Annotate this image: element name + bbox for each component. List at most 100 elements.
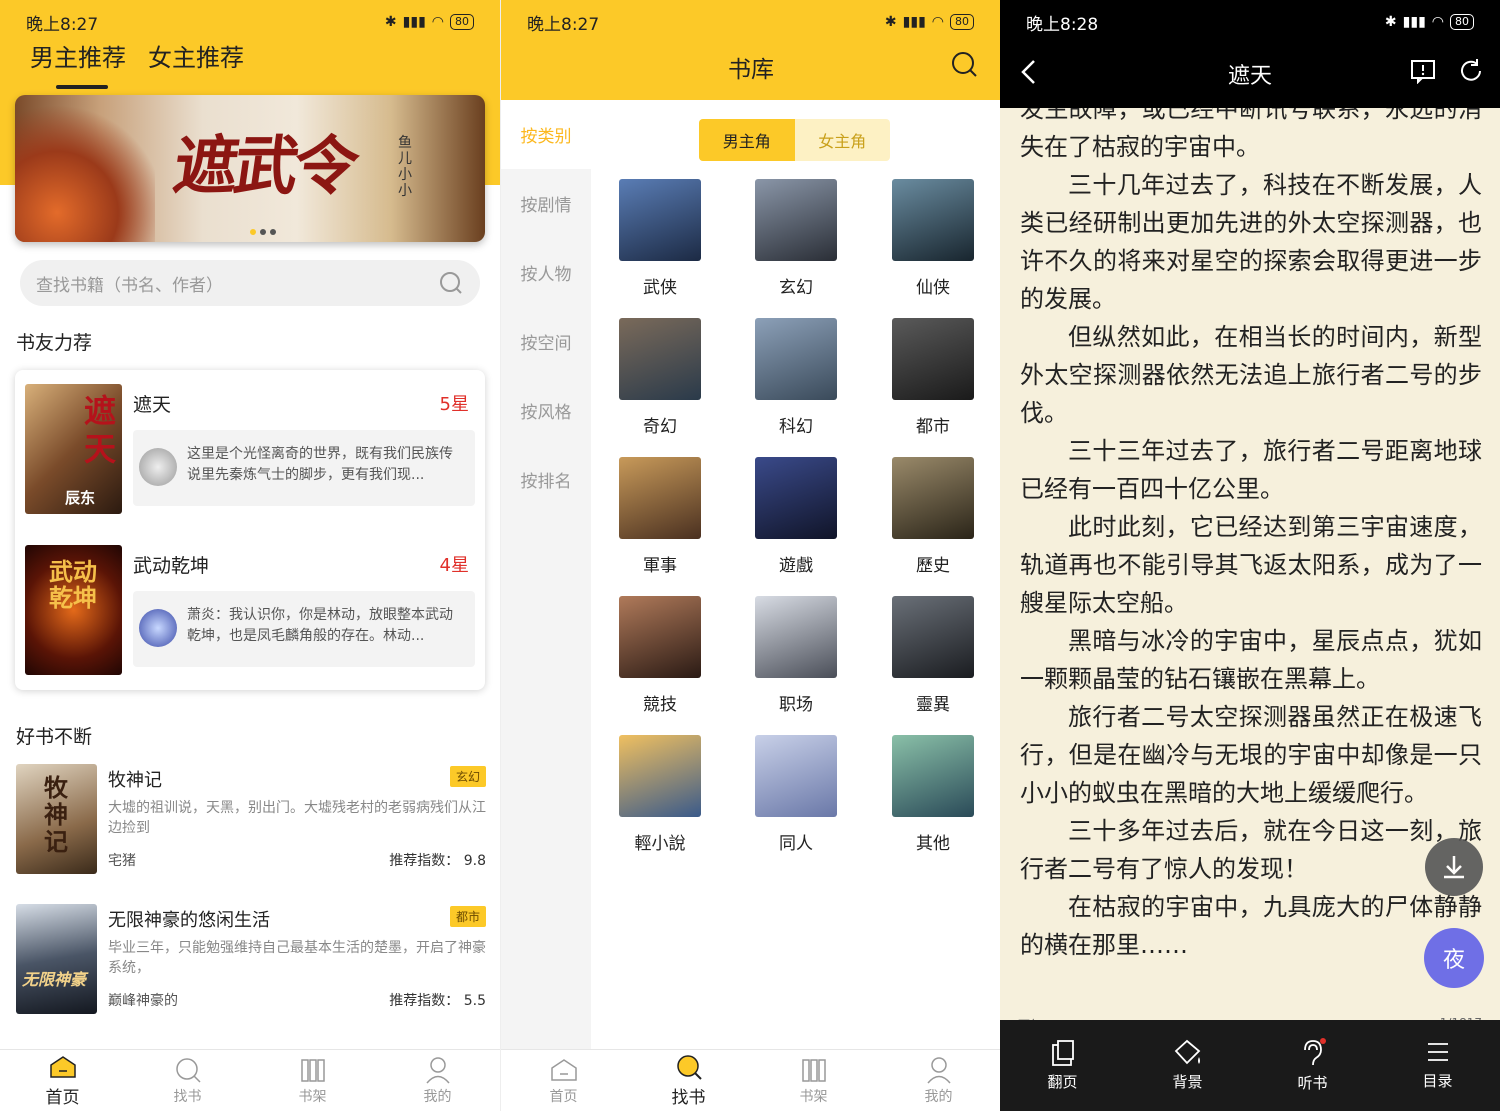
status-bar: 晚上8:27 ✱ ▮▮▮ ◠ 80 (501, 0, 1000, 44)
category-item[interactable]: 科幻 (755, 318, 837, 437)
category-item[interactable]: 靈異 (892, 596, 974, 715)
home-icon (549, 1056, 579, 1084)
sidebar-item-character[interactable]: 按人物 (501, 238, 591, 307)
paragraph: 黑暗与冰冷的宇宙中，星辰点点，犹如一颗颗晶莹的钻石镶嵌在黑幕上。 (1020, 627, 1482, 693)
tab-female[interactable]: 女主推荐 (148, 38, 244, 73)
cover-author: 辰东 (65, 489, 96, 507)
category-label: 职场 (779, 695, 813, 715)
background-label: 背景 (1172, 1073, 1203, 1091)
search-icon[interactable] (438, 270, 464, 296)
battery-icon: 80 (450, 14, 474, 30)
gender-male-button[interactable]: 男主角 (699, 119, 795, 161)
category-item[interactable]: 競技 (619, 596, 701, 715)
review-text: 萧炎：我认识你，你是林动，放眼整本武动乾坤，也是凤毛麟角般的存在。林动... (187, 607, 453, 644)
bluetooth-icon: ✱ (384, 14, 397, 30)
reader-content[interactable]: 发生故障，或已经中断讯号联系，永远的消失在了枯寂的宇宙中。 三十几年过去了，科技… (1020, 90, 1482, 964)
tab-home[interactable]: 首页 (0, 1050, 125, 1111)
category-item[interactable]: 歷史 (892, 457, 974, 576)
user-icon (924, 1056, 954, 1084)
tab-find[interactable]: 找书 (125, 1050, 250, 1111)
search-icon (674, 1053, 704, 1081)
tab-shelf[interactable]: 书架 (250, 1050, 375, 1111)
banner-author: 鱼儿小小 (398, 135, 412, 199)
listen-button[interactable]: 听书 (1250, 1020, 1375, 1111)
list-item[interactable]: 牧神记 牧神记 玄幻 大墟的祖训说，天黑，别出门。大墟残老村的老弱病残们从江边捡… (16, 764, 486, 874)
category-item[interactable]: 职场 (755, 596, 837, 715)
page-turn-button[interactable]: 翻页 (1000, 1020, 1125, 1111)
search-button[interactable] (950, 50, 978, 82)
book-title: 武动乾坤 (133, 555, 210, 577)
tab-home[interactable]: 首页 (501, 1050, 626, 1111)
page-turn-icon (1051, 1040, 1074, 1066)
category-item[interactable]: 同人 (755, 735, 837, 854)
category-label: 奇幻 (643, 417, 677, 437)
category-label: 靈異 (916, 695, 950, 715)
tab-me[interactable]: 我的 (375, 1050, 500, 1111)
carousel-dot[interactable] (250, 229, 256, 235)
tab-find[interactable]: 找书 (626, 1050, 751, 1111)
tab-me[interactable]: 我的 (876, 1050, 1000, 1111)
score-value: 5.5 (463, 993, 486, 1009)
reader-screen: 发生故障，或已经中断讯号联系，永远的消失在了枯寂的宇宙中。 三十几年过去了，科技… (1000, 0, 1500, 1111)
category-item[interactable]: 仙侠 (892, 179, 974, 298)
category-label: 競技 (643, 695, 677, 715)
section-recommend-title: 书友力荐 (16, 332, 93, 354)
section-more-title: 好书不断 (16, 726, 93, 748)
tab-shelf[interactable]: 书架 (751, 1050, 876, 1111)
search-input[interactable]: 查找书籍（书名、作者） (20, 260, 480, 306)
category-image (892, 735, 974, 817)
bookshelf-icon (298, 1056, 328, 1084)
category-item[interactable]: 奇幻 (619, 318, 701, 437)
night-mode-button[interactable]: 夜 (1424, 928, 1484, 988)
book-cover: 武动乾坤 (25, 545, 122, 675)
cover-title: 牧神记 (44, 773, 68, 856)
tab-shelf-label: 书架 (298, 1088, 327, 1105)
category-label: 遊戲 (779, 556, 813, 576)
wifi-icon: ◠ (931, 14, 944, 30)
paragraph: 在枯寂的宇宙中，九具庞大的尸体静静的横在那里…… (1020, 893, 1482, 959)
sidebar-item-plot[interactable]: 按剧情 (501, 169, 591, 238)
avatar (139, 448, 177, 486)
review-quote: 萧炎：我认识你，你是林动，放眼整本武动乾坤，也是凤毛麟角般的存在。林动... (133, 591, 475, 667)
category-label: 都市 (916, 417, 950, 437)
recommend-item[interactable]: 武动乾坤 武动乾坤 4星 萧炎：我认识你，你是林动，放眼整本武动乾坤，也是凤毛麟… (25, 545, 475, 675)
carousel-dot[interactable] (260, 229, 266, 235)
category-item[interactable]: 其他 (892, 735, 974, 854)
toc-button[interactable]: 目录 (1375, 1020, 1500, 1111)
bluetooth-icon: ✱ (884, 14, 897, 30)
book-stars: 5星 (439, 394, 469, 415)
category-item[interactable]: 遊戲 (755, 457, 837, 576)
carousel-dot[interactable] (270, 229, 276, 235)
category-image (755, 179, 837, 261)
search-placeholder: 查找书籍（书名、作者） (36, 275, 223, 296)
sidebar-item-space[interactable]: 按空间 (501, 307, 591, 376)
category-item[interactable]: 輕小說 (619, 735, 701, 854)
sidebar-item-category[interactable]: 按类别 (501, 100, 591, 169)
gender-female-button[interactable]: 女主角 (795, 119, 891, 161)
tab-male[interactable]: 男主推荐 (30, 38, 126, 89)
list-item[interactable]: 无限神豪 无限神豪的悠闲生活 都市 毕业三年，只能勉强维持自己最基本生活的楚墨，… (16, 904, 486, 1014)
category-item[interactable]: 玄幻 (755, 179, 837, 298)
download-button[interactable] (1425, 838, 1483, 896)
recommend-item[interactable]: 遮天 辰东 遮天 5星 这里是个光怪离奇的世界，既有我们民族传说里先秦炼气士的脚… (25, 384, 475, 514)
category-label: 軍事 (643, 556, 677, 576)
sidebar-item-rank[interactable]: 按排名 (501, 445, 591, 514)
category-label: 科幻 (779, 417, 813, 437)
score-label: 推荐指数： (389, 853, 460, 869)
book-title: 无限神豪的悠闲生活 (108, 910, 270, 931)
category-item[interactable]: 軍事 (619, 457, 701, 576)
category-item[interactable]: 武侠 (619, 179, 701, 298)
battery-icon: 80 (950, 14, 974, 30)
category-image (619, 735, 701, 817)
category-image (755, 596, 837, 678)
review-text: 这里是个光怪离奇的世界，既有我们民族传说里先秦炼气士的脚步，更有我们现... (187, 446, 453, 483)
promo-banner[interactable]: 遮武令 鱼儿小小 (15, 95, 485, 242)
report-icon[interactable] (1410, 58, 1436, 84)
background-button[interactable]: 背景 (1125, 1020, 1250, 1111)
category-image (892, 596, 974, 678)
category-image (755, 318, 837, 400)
category-item[interactable]: 都市 (892, 318, 974, 437)
refresh-icon[interactable] (1458, 58, 1484, 84)
book-author: 巅峰神豪的 (108, 993, 178, 1009)
sidebar-item-style[interactable]: 按风格 (501, 376, 591, 445)
